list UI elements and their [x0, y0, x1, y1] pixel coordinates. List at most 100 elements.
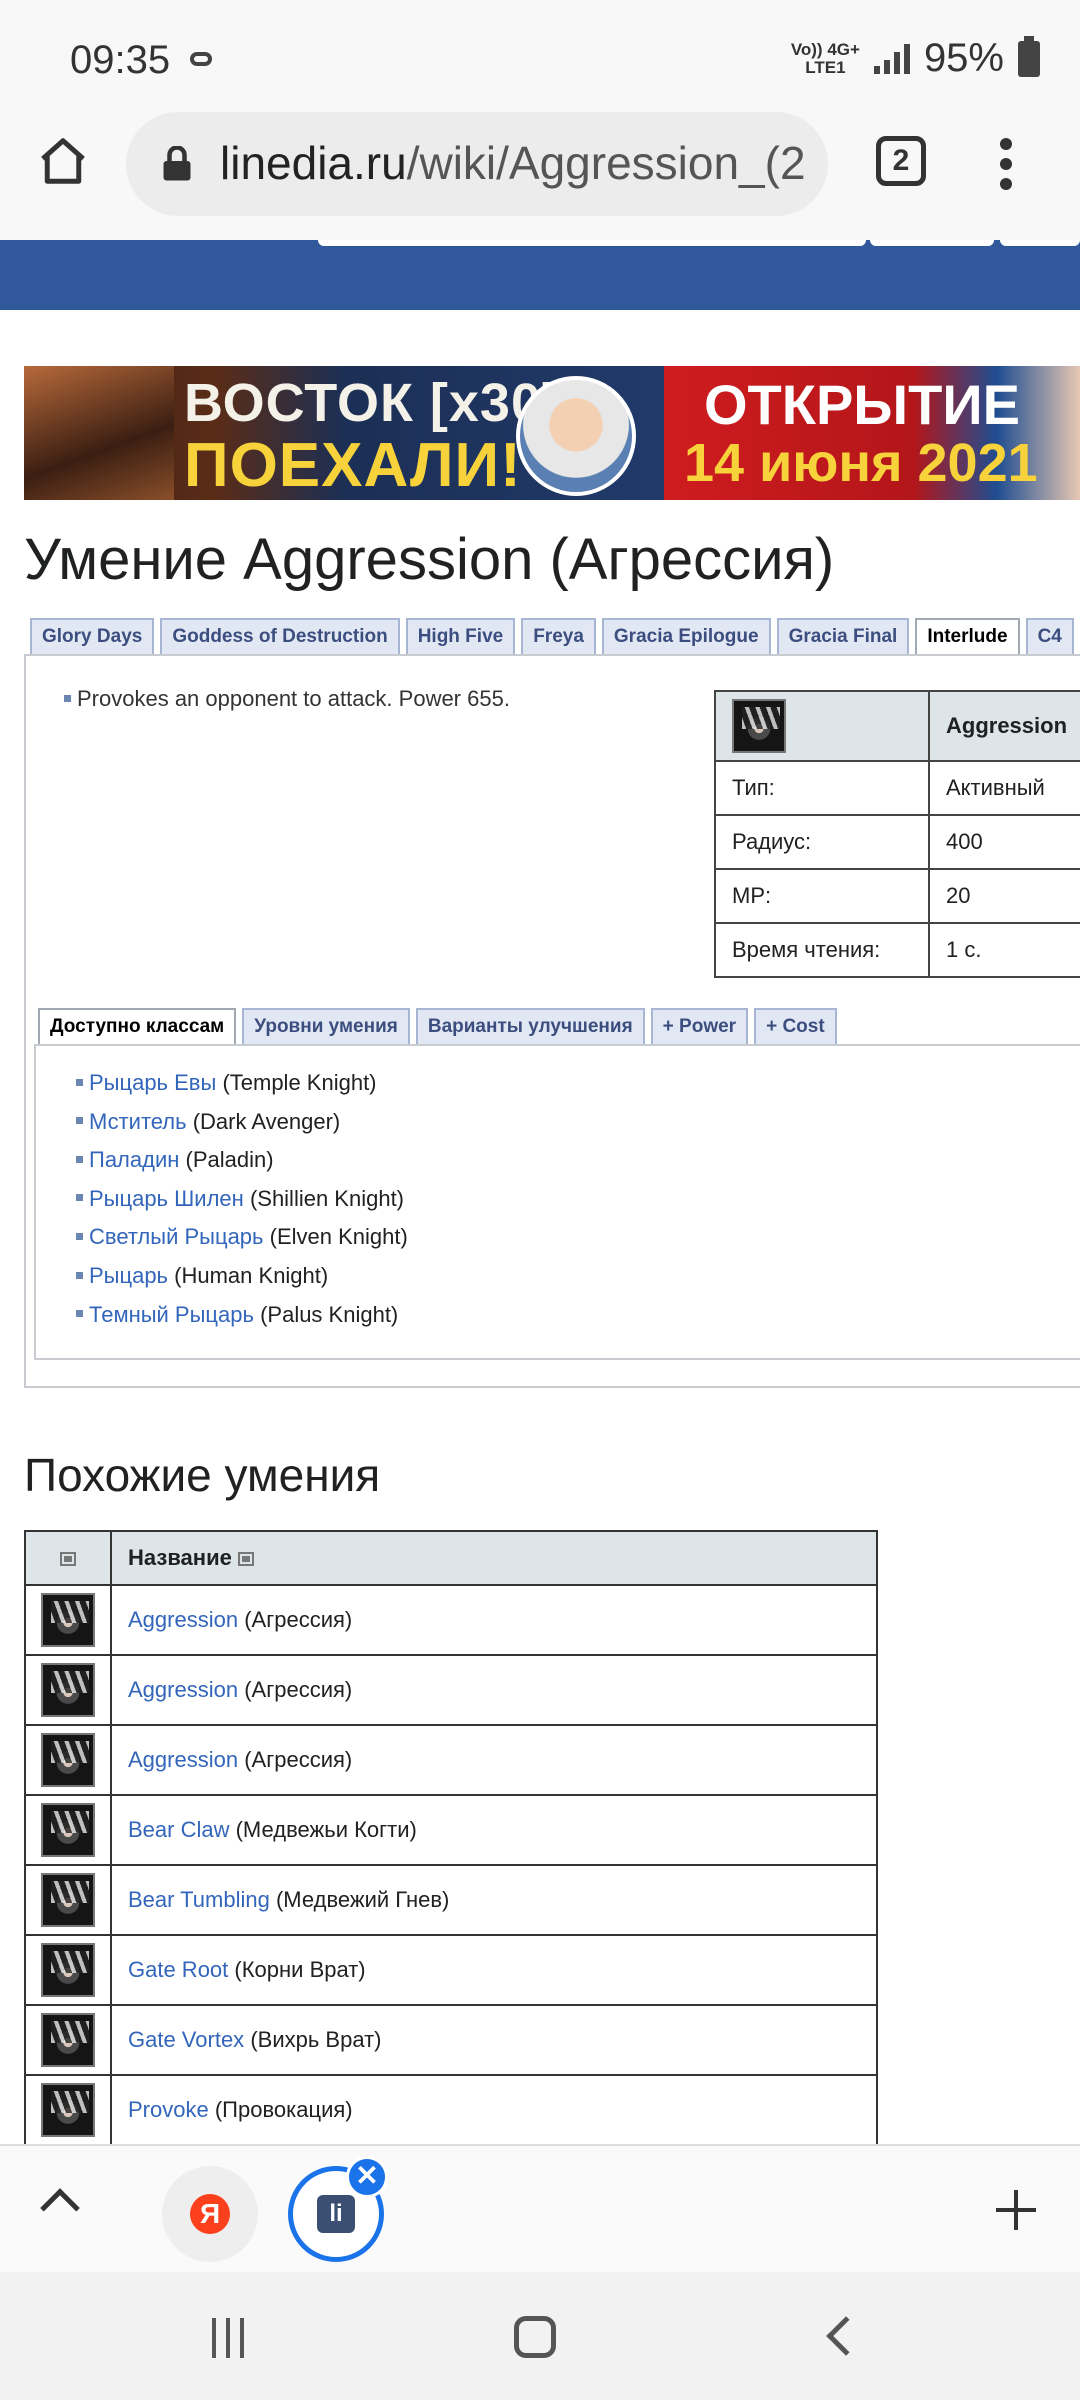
info-value: 1 с. [928, 922, 1080, 978]
version-tabs: Glory Days Goddess of Destruction High F… [30, 618, 1074, 654]
class-link[interactable]: Паладин [89, 1147, 179, 1172]
header-button-edge[interactable] [870, 240, 994, 246]
tab-goddess-of-destruction[interactable]: Goddess of Destruction [160, 618, 400, 654]
header-button-edge[interactable] [1000, 240, 1080, 246]
list-item: Светлый Рыцарь (Elven Knight) [76, 1224, 408, 1263]
class-link[interactable]: Мститель [89, 1109, 187, 1134]
banner-text: ПОЕХАЛИ! [184, 431, 522, 500]
tab-power[interactable]: + Power [650, 1008, 749, 1044]
table-row: Aggression (Агрессия) [24, 1584, 878, 1656]
sort-icon[interactable] [60, 1552, 76, 1567]
tab-interlude[interactable]: Interlude [915, 618, 1020, 654]
skill-link[interactable]: Bear Claw [128, 1817, 229, 1842]
skill-description: Provokes an opponent to attack. Power 65… [64, 686, 510, 712]
icon-column-header[interactable] [24, 1530, 112, 1586]
tab-gracia-epilogue[interactable]: Gracia Epilogue [601, 618, 771, 654]
tabs-icon[interactable]: 2 [876, 136, 926, 186]
skill-icon [41, 2013, 95, 2067]
nav-home-icon[interactable] [514, 2316, 556, 2358]
battery-percent: 95% [923, 36, 1004, 80]
skill-icon [41, 1663, 95, 1717]
ad-banner[interactable]: ВОСТОК [x30] ПОЕХАЛИ! ОТКРЫТИЕ 14 июня 2… [24, 366, 1080, 500]
list-item: Рыцарь Шилен (Shillien Knight) [76, 1186, 408, 1225]
skill-icon [41, 1593, 95, 1647]
table-row: Provoke (Провокация) [24, 2074, 878, 2146]
class-link[interactable]: Рыцарь Шилен [89, 1186, 244, 1211]
banner-left: ВОСТОК [x30] ПОЕХАЛИ! [24, 366, 664, 500]
skill-icon [732, 699, 786, 753]
tab-c4[interactable]: C4 [1025, 618, 1074, 654]
similar-skills-title: Похожие умения [24, 1449, 381, 1501]
search-box-edge[interactable] [318, 240, 866, 246]
tab-available-classes[interactable]: Доступно классам [38, 1008, 237, 1044]
skill-info-table: Aggression Тип: Активный Радиус: 400 MP: 20… [714, 690, 1080, 978]
yandex-logo-icon: Я [190, 2194, 230, 2234]
menu-icon[interactable] [1000, 138, 1012, 190]
skill-icon [41, 2083, 95, 2137]
table-row: Gate Vortex (Вихрь Врат) [24, 2004, 878, 2076]
list-item: Мститель (Dark Avenger) [76, 1109, 408, 1148]
similar-skills-table: Название Aggression (Агрессия) Aggressio… [24, 1530, 878, 2146]
info-value: Активный [928, 760, 1080, 816]
skill-icon [41, 1733, 95, 1787]
tab-freya[interactable]: Freya [521, 618, 596, 654]
name-column-header[interactable]: Название [110, 1530, 878, 1586]
home-icon[interactable] [36, 134, 90, 188]
skill-link[interactable]: Aggression [128, 1747, 238, 1772]
skill-icon [41, 1873, 95, 1927]
skill-name: Aggression [928, 690, 1080, 762]
table-row: Gate Root (Корни Врат) [24, 1934, 878, 2006]
info-label: Тип: [714, 760, 930, 816]
tab-skill-levels[interactable]: Уровни умения [242, 1008, 410, 1044]
skill-link[interactable]: Aggression [128, 1607, 238, 1632]
plus-icon[interactable] [996, 2190, 1036, 2230]
class-list: Рыцарь Евы (Temple Knight) Мститель (Dar… [76, 1070, 408, 1340]
list-item: Рыцарь Евы (Temple Knight) [76, 1070, 408, 1109]
banner-text: ВОСТОК [x30] [184, 373, 561, 433]
tab-enchant-variants[interactable]: Варианты улучшения [415, 1008, 645, 1044]
class-tabs: Доступно классам Уровни умения Варианты … [38, 1008, 837, 1044]
browser-toolbar: linedia.ru/wiki/Aggression_(2 2 [0, 112, 1080, 240]
skill-link[interactable]: Gate Vortex [128, 2027, 244, 2052]
tab-glory-days[interactable]: Glory Days [30, 618, 155, 654]
network-indicator: Vo)) 4G+ LTE1 [790, 39, 860, 77]
skill-icon [41, 1943, 95, 1997]
tab-cost[interactable]: + Cost [754, 1008, 837, 1044]
sort-icon[interactable] [237, 1552, 254, 1567]
class-link[interactable]: Светлый Рыцарь [89, 1224, 264, 1249]
signal-icon [873, 43, 910, 74]
skill-link[interactable]: Bear Tumbling [128, 1887, 270, 1912]
banner-character-image [24, 366, 174, 500]
address-bar[interactable]: linedia.ru/wiki/Aggression_(2 [126, 112, 828, 216]
tab-gracia-final[interactable]: Gracia Final [776, 618, 910, 654]
banner-text: 14 июня 2021 [684, 433, 1038, 493]
up-icon[interactable] [40, 2188, 80, 2228]
back-icon[interactable] [826, 2316, 866, 2356]
info-label: MP: [714, 868, 930, 924]
banner-cosmonaut-image [516, 376, 636, 496]
status-bar: 09:35 Vo)) 4G+ LTE1 95% [0, 0, 1080, 112]
url-text[interactable]: linedia.ru/wiki/Aggression_(2 [220, 136, 806, 190]
tab-high-five[interactable]: High Five [405, 618, 516, 654]
banner-right: ОТКРЫТИЕ 14 июня 2021 [664, 366, 1080, 500]
battery-icon [1018, 35, 1040, 77]
skill-link[interactable]: Aggression [128, 1677, 238, 1702]
class-link[interactable]: Рыцарь [89, 1263, 168, 1288]
class-link[interactable]: Рыцарь Евы [89, 1070, 216, 1095]
system-nav-bar [0, 2272, 1080, 2400]
table-row: Aggression (Агрессия) [24, 1654, 878, 1726]
bottom-toolbar: Я li ✕ [0, 2144, 1080, 2272]
close-icon[interactable]: ✕ [346, 2156, 388, 2198]
info-value: 400 [928, 814, 1080, 870]
list-item: Паладин (Paladin) [76, 1147, 408, 1186]
status-time: 09:35 [70, 38, 171, 82]
linedia-logo-icon: li [317, 2195, 355, 2233]
table-row: Aggression (Агрессия) [24, 1724, 878, 1796]
lock-icon [163, 146, 191, 181]
sync-icon [190, 52, 212, 66]
recent-apps-icon[interactable] [212, 2318, 252, 2358]
skill-link[interactable]: Gate Root [128, 1957, 228, 1982]
class-link[interactable]: Темный Рыцарь [89, 1302, 254, 1327]
tab-yandex[interactable]: Я [162, 2166, 258, 2262]
skill-link[interactable]: Provoke [128, 2097, 209, 2122]
